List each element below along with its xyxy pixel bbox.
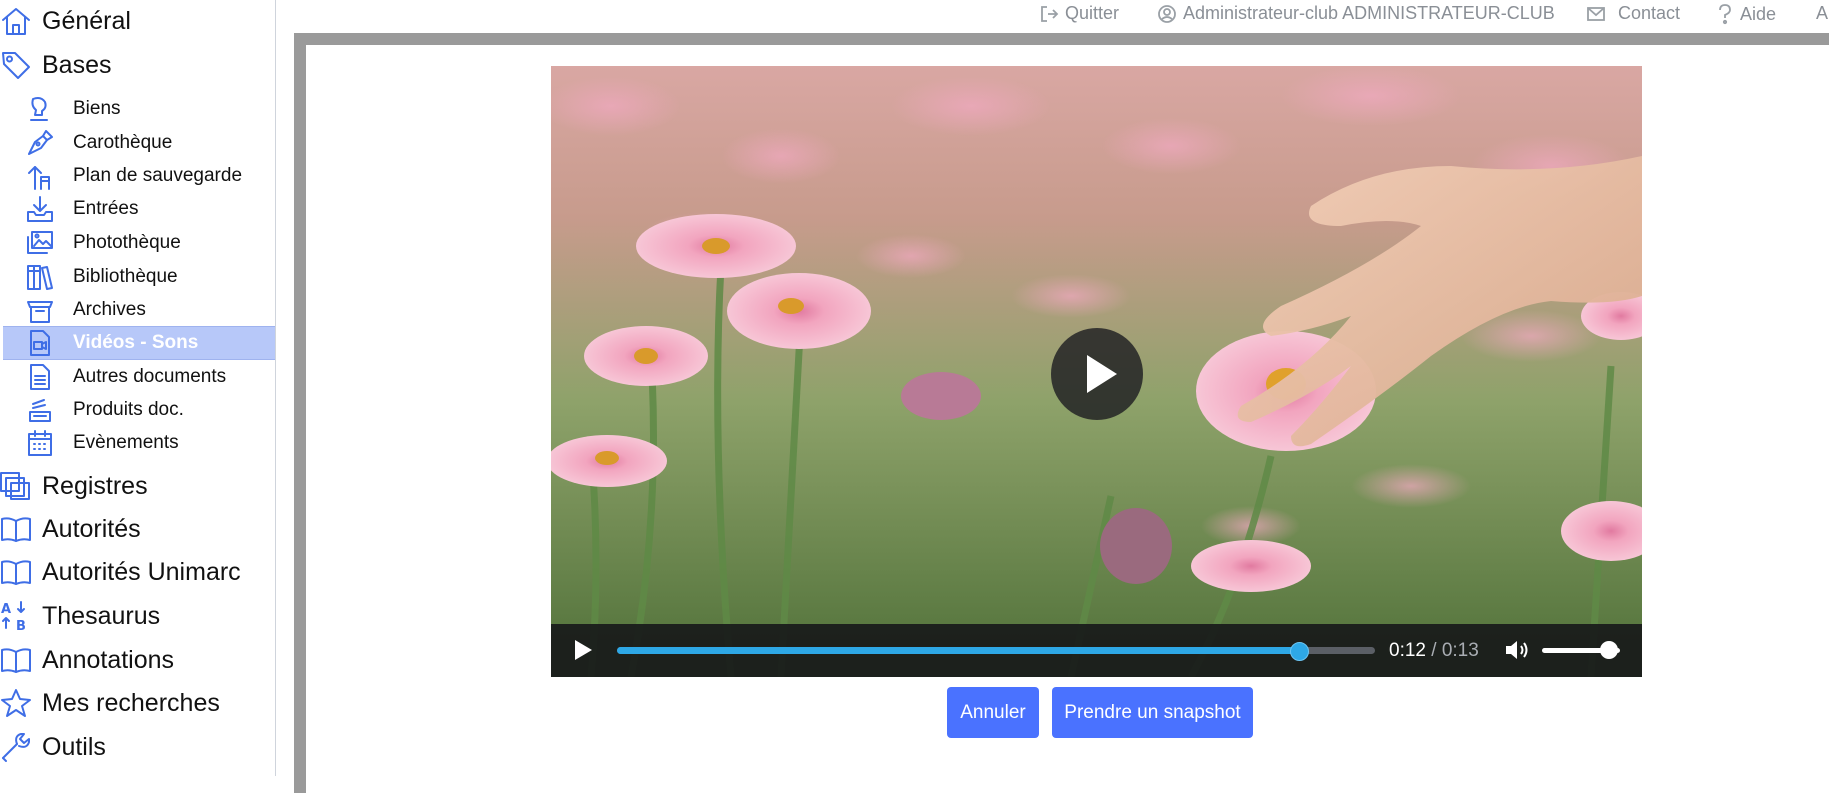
help-label: Aide	[1740, 3, 1777, 24]
sidebar-item-phototheque[interactable]: Photothèque	[3, 227, 275, 259]
video-player[interactable]: 0:12 / 0:13	[551, 66, 1642, 677]
snapshot-button[interactable]: Prendre un snapshot	[1052, 687, 1253, 738]
volume-handle[interactable]	[1600, 641, 1619, 659]
sidebar: Général Bases Biens Carothèque Plan de s…	[0, 0, 276, 776]
nav-annotations[interactable]: Annotations	[0, 640, 275, 680]
nav-label: Mes recherches	[42, 688, 220, 717]
play-icon	[1087, 355, 1117, 393]
cancel-button[interactable]: Annuler	[947, 687, 1039, 738]
sidebar-item-label: Biens	[73, 98, 121, 119]
duration: 0:13	[1441, 640, 1479, 661]
seek-progress	[617, 647, 1300, 654]
exit-icon	[1041, 5, 1059, 22]
calendar-icon	[28, 430, 52, 456]
sidebar-item-label: Photothèque	[73, 232, 181, 253]
bust-icon	[30, 97, 48, 121]
wrench-icon	[2, 733, 30, 762]
sidebar-item-label: Evènements	[73, 432, 179, 453]
nav-label: Autorités Unimarc	[42, 557, 241, 586]
sort-alpha-icon: AB	[1, 601, 26, 632]
nav-label: Thesaurus	[42, 601, 161, 630]
registers-icon	[0, 472, 30, 500]
time-display: 0:12 / 0:13	[1389, 640, 1479, 662]
open-book-icon	[1, 517, 31, 542]
video-controls: 0:12 / 0:13	[551, 624, 1642, 677]
sidebar-item-label: Plan de sauvegarde	[73, 165, 243, 186]
sidebar-item-videos-sons[interactable]: Vidéos - Sons	[3, 326, 275, 360]
sidebar-item-label: Vidéos - Sons	[73, 332, 199, 353]
sidebar-item-plan-de-sauvegarde[interactable]: Plan de sauvegarde	[3, 160, 275, 192]
seek-handle[interactable]	[1290, 642, 1310, 661]
contact-link[interactable]: Contact	[1586, 3, 1680, 24]
user-circle-icon	[1158, 4, 1176, 23]
sidebar-item-biens[interactable]: Biens	[3, 93, 275, 125]
tag-icon	[2, 52, 30, 79]
top-bar: Quitter Administrateur-club ADMINISTRATE…	[276, 0, 1829, 28]
nav-label: Annotations	[42, 645, 175, 674]
sidebar-item-carotheque[interactable]: Carothèque	[3, 127, 275, 159]
play-button[interactable]	[575, 640, 592, 660]
nav-label: Bases	[42, 50, 112, 79]
images-icon	[27, 231, 53, 254]
current-time: 0:12	[1389, 640, 1426, 661]
quit-label: Quitter	[1065, 3, 1120, 23]
sidebar-item-label: Bibliothèque	[73, 266, 178, 287]
sidebar-item-label: Archives	[73, 299, 146, 320]
video-file-icon	[30, 330, 50, 356]
nav-mes-recherches[interactable]: Mes recherches	[0, 683, 275, 723]
nav-label: Outils	[42, 732, 106, 761]
sidebar-item-label: Autres documents	[73, 366, 227, 387]
books-icon	[27, 265, 53, 290]
question-icon	[1719, 4, 1731, 25]
quit-link[interactable]: Quitter	[1039, 3, 1119, 24]
contact-label: Contact	[1618, 3, 1681, 23]
volume-slider[interactable]	[1542, 641, 1620, 659]
sidebar-item-entrees[interactable]: Entrées	[3, 193, 275, 225]
nav-registres[interactable]: Registres	[0, 466, 275, 506]
big-play-button[interactable]	[1051, 328, 1143, 420]
sidebar-item-bibliotheque[interactable]: Bibliothèque	[3, 261, 275, 293]
nav-general[interactable]: Général	[0, 1, 275, 41]
nav-label: Registres	[42, 471, 148, 500]
sidebar-item-label: Carothèque	[73, 132, 173, 153]
svg-text:B: B	[16, 619, 26, 632]
box-icon	[27, 301, 53, 323]
nav-autorites-unimarc[interactable]: Autorités Unimarc	[0, 552, 275, 592]
star-icon	[1, 689, 31, 717]
open-book-icon	[1, 560, 31, 585]
volume-icon[interactable]	[1504, 638, 1530, 662]
envelope-icon	[1587, 6, 1605, 21]
seek-bar[interactable]	[617, 642, 1375, 661]
inbox-download-icon	[27, 196, 53, 222]
overflow-label: A	[1816, 3, 1829, 23]
nav-autorites[interactable]: Autorités	[0, 509, 275, 549]
sidebar-item-label: Entrées	[73, 198, 139, 219]
open-book-icon	[1, 648, 31, 673]
nav-label: Général	[42, 6, 131, 35]
help-link[interactable]: Aide	[1716, 3, 1776, 25]
dolly-icon	[28, 166, 50, 190]
nav-outils[interactable]: Outils	[0, 727, 275, 767]
user-label: Administrateur-club ADMINISTRATEUR-CLUB	[1183, 3, 1555, 23]
document-icon	[30, 364, 50, 390]
sidebar-item-autres-documents[interactable]: Autres documents	[3, 361, 275, 393]
stack-icon	[29, 399, 51, 422]
pen-nib-icon	[28, 130, 53, 155]
sidebar-item-archives[interactable]: Archives	[3, 294, 275, 326]
nav-label: Autorités	[42, 514, 141, 543]
sidebar-item-produits-doc[interactable]: Produits doc.	[3, 394, 275, 426]
sidebar-item-label: Produits doc.	[73, 399, 184, 420]
svg-text:A: A	[1, 602, 11, 617]
nav-thesaurus[interactable]: AB Thesaurus	[0, 596, 275, 636]
home-icon	[2, 8, 30, 35]
overflow-link[interactable]: A	[1816, 3, 1828, 24]
nav-bases[interactable]: Bases	[0, 45, 275, 85]
sidebar-item-evenements[interactable]: Evènements	[3, 427, 275, 459]
user-link[interactable]: Administrateur-club ADMINISTRATEUR-CLUB	[1157, 3, 1555, 24]
time-separator: /	[1431, 640, 1437, 661]
